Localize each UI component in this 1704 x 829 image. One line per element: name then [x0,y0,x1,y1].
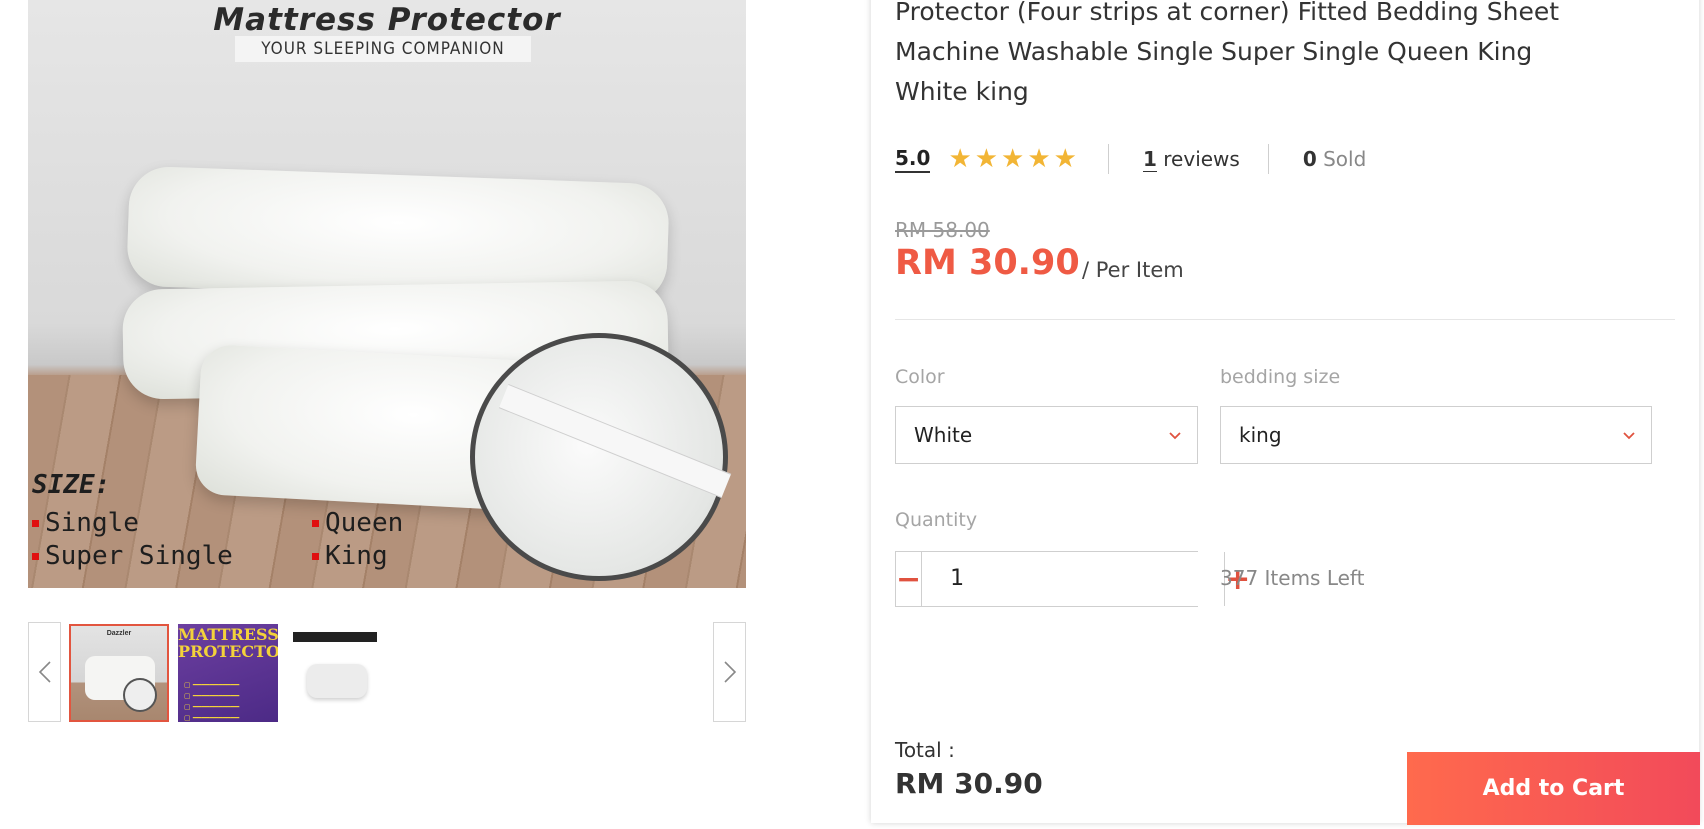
quantity-stepper: − + [895,551,1250,607]
image-size-item: Super Single [32,541,233,571]
divider [895,319,1675,320]
divider [1267,144,1269,174]
image-brand-title: Mattress Protector [213,2,561,38]
product-title: Protector (Four strips at corner) Fitted… [895,0,1560,106]
image-size-item: Single [32,508,139,538]
decrease-quantity-button[interactable]: − [896,552,923,606]
stock-remaining: 377 Items Left [1220,566,1365,590]
thumbnail-1[interactable]: Dazzler [69,624,169,722]
quantity-label: Quantity [895,509,978,531]
current-price: RM 30.90 [895,243,1080,283]
price-unit: / Per Item [1082,258,1184,282]
thumbnail-strip: Dazzler MATTRESS PROTECTOR ▢ ━━━━━━━━━━━… [28,622,746,724]
total-label: Total : [895,738,955,762]
color-label: Color [895,366,945,388]
original-price: RM 58.00 [895,218,990,242]
image-detail-circle [470,333,732,581]
chevron-left-icon[interactable] [28,622,61,722]
rating-row: 5.0 ★★★★★ 1 reviews 0 Sold [895,143,1366,175]
chevron-down-icon [1623,407,1635,463]
size-label: bedding size [1220,366,1341,388]
image-strap [498,383,732,499]
add-to-cart-button[interactable]: Add to Cart [1407,752,1700,825]
reviews-link[interactable]: 1 reviews [1142,147,1240,172]
image-size-heading: SIZE: [32,470,111,500]
product-main-image[interactable]: Mattress Protector YOUR SLEEPING COMPANI… [28,0,746,588]
divider [1107,144,1109,174]
star-rating-icon: ★★★★★ [948,144,1080,174]
image-tagline: YOUR SLEEPING COMPANION [235,36,531,62]
total-price: RM 30.90 [895,767,1043,800]
quantity-input[interactable] [922,552,1225,606]
color-select[interactable]: White [895,406,1198,464]
chevron-down-icon [1169,407,1181,463]
image-size-item: Queen [312,508,403,538]
rating-score: 5.0 [895,146,931,173]
chevron-right-icon[interactable] [713,622,746,722]
bedding-size-select[interactable]: king [1220,406,1652,464]
thumbnail-2[interactable]: MATTRESS PROTECTOR ▢ ━━━━━━━━━━━ ▢ ━━━━━… [178,624,278,722]
image-size-item: King [312,541,388,571]
sold-count: 0 Sold [1302,147,1367,171]
thumbnail-3[interactable] [285,624,385,722]
